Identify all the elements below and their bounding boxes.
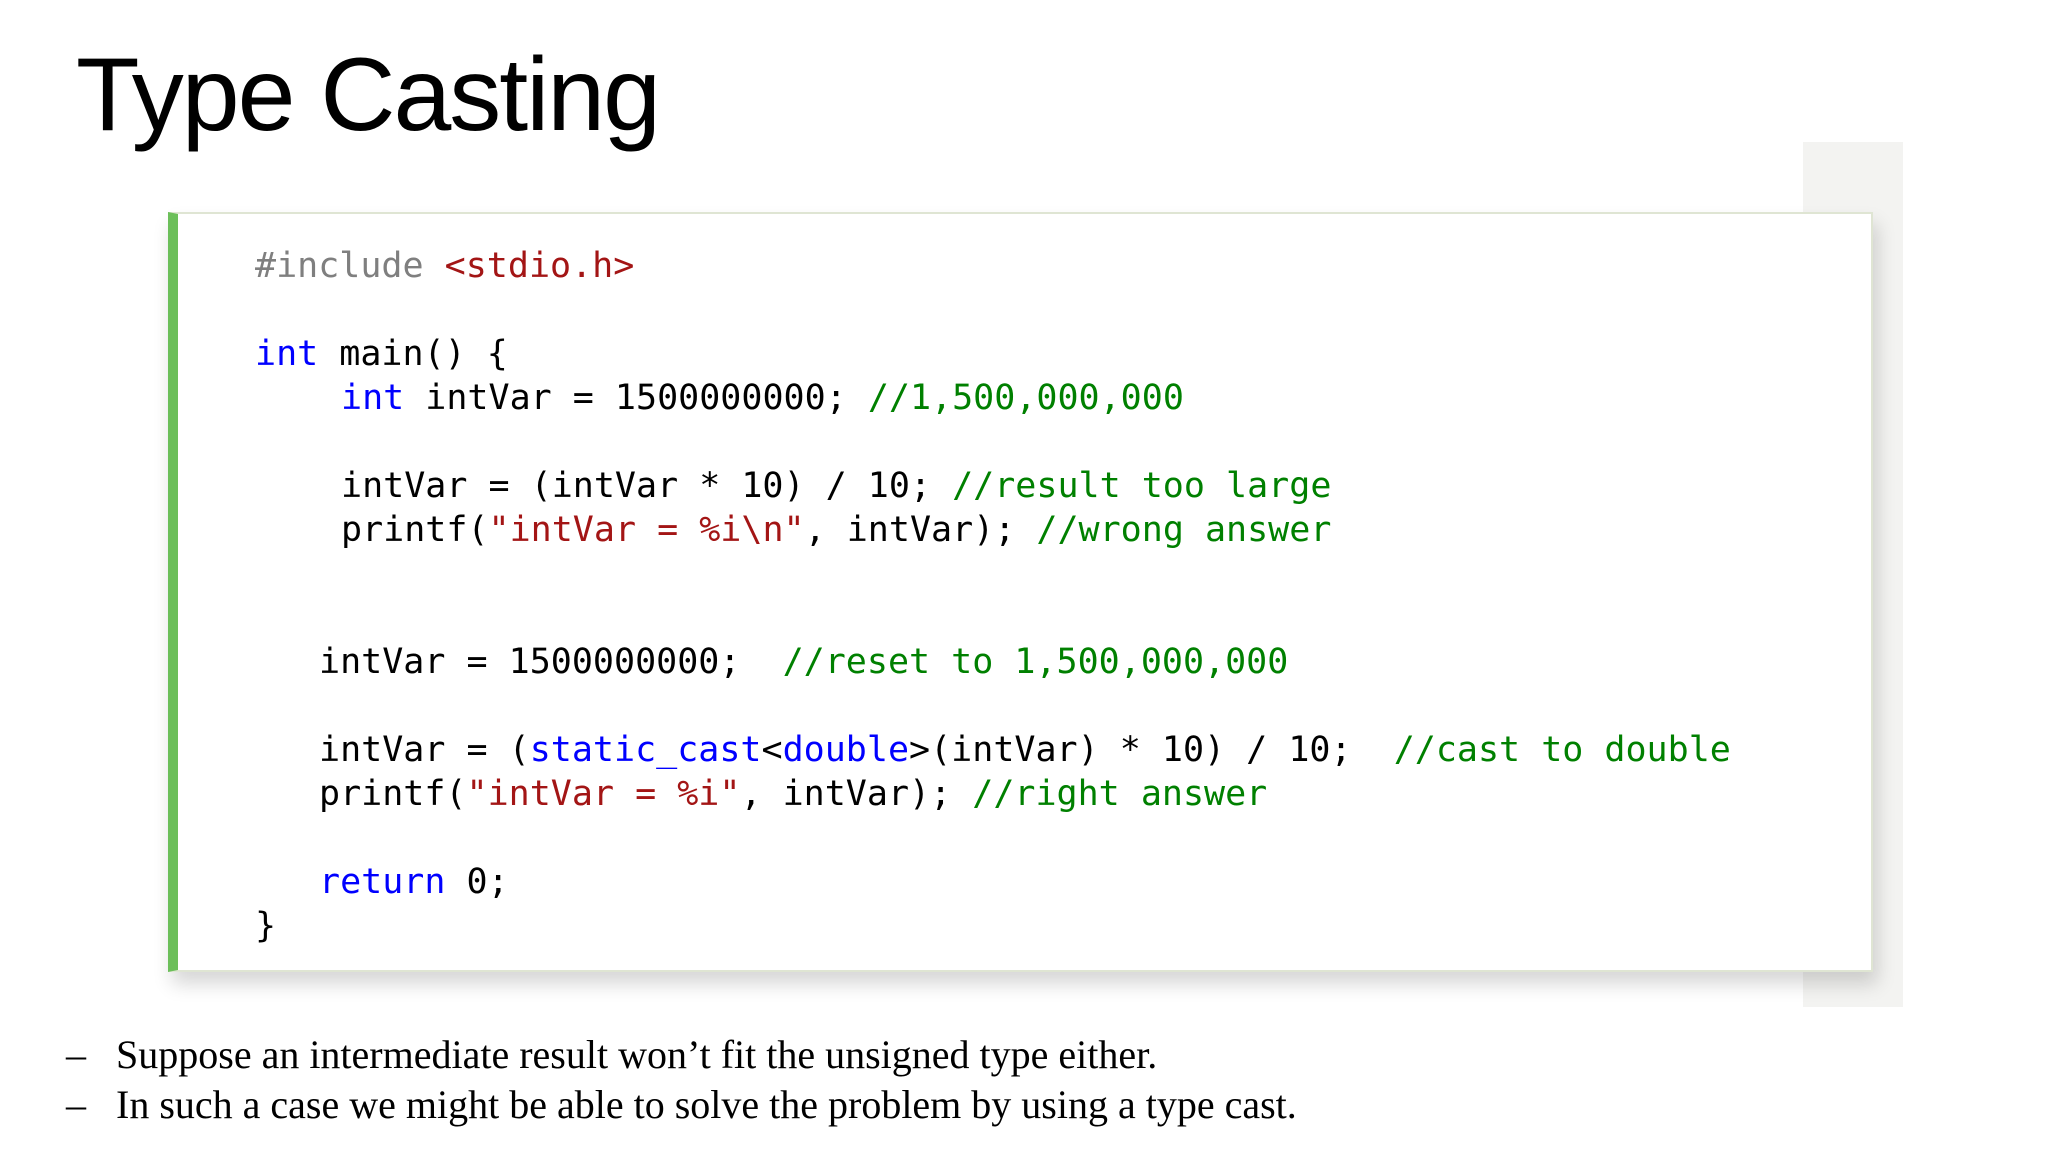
keyword-static-cast: static_cast <box>529 730 762 770</box>
header-name: <stdio.h> <box>444 246 635 286</box>
code-comment: //wrong answer <box>1036 510 1332 550</box>
preprocessor-directive: #include <box>255 246 424 286</box>
string-literal: "intVar = %i" <box>466 774 741 814</box>
bullet-item: – In such a case we might be able to solv… <box>66 1080 1297 1130</box>
keyword-return: return <box>319 862 446 902</box>
bullet-list: – Suppose an intermediate result won’t fi… <box>66 1030 1297 1130</box>
bullet-text: Suppose an intermediate result won’t fit… <box>116 1032 1158 1077</box>
code-line-declare: int intVar = 1500000000; //1,500,000,000 <box>341 378 1184 418</box>
code-line-cast: intVar = (static_cast<double>(intVar) * … <box>319 730 1731 770</box>
keyword-double: double <box>782 730 910 770</box>
bullet-item: – Suppose an intermediate result won’t fi… <box>66 1030 1297 1080</box>
code-line-printf-wrong: printf("intVar = %i\n", intVar); //wrong… <box>341 510 1332 550</box>
code-line-printf-right: printf("intVar = %i", intVar); //right a… <box>319 774 1268 814</box>
keyword-int: int <box>255 334 319 374</box>
code-line-reset: intVar = 1500000000; //reset to 1,500,00… <box>319 642 1289 682</box>
code-block: #include <stdio.h> int main() { int intV… <box>168 212 1873 972</box>
slide-title: Type Casting <box>76 37 661 153</box>
code-line-overflow: intVar = (intVar * 10) / 10; //result to… <box>341 466 1332 506</box>
bullet-marker: – <box>66 1032 86 1077</box>
code-line-include: #include <stdio.h> <box>255 244 634 288</box>
code-comment: //cast to double <box>1393 730 1731 770</box>
bullet-text: In such a case we might be able to solve… <box>116 1082 1297 1127</box>
code-comment: //1,500,000,000 <box>867 378 1184 418</box>
code-line-return: return 0; <box>319 862 509 902</box>
bullet-marker: – <box>66 1082 86 1127</box>
keyword-int: int <box>341 378 405 418</box>
code-comment: //reset to 1,500,000,000 <box>782 642 1289 682</box>
code-line-main: int main() { <box>255 334 508 374</box>
string-literal: "intVar = %i\n" <box>488 510 805 550</box>
code-comment: //result too large <box>952 466 1332 506</box>
code-comment: //right answer <box>972 774 1268 814</box>
code-line-close-brace: } <box>255 906 277 946</box>
